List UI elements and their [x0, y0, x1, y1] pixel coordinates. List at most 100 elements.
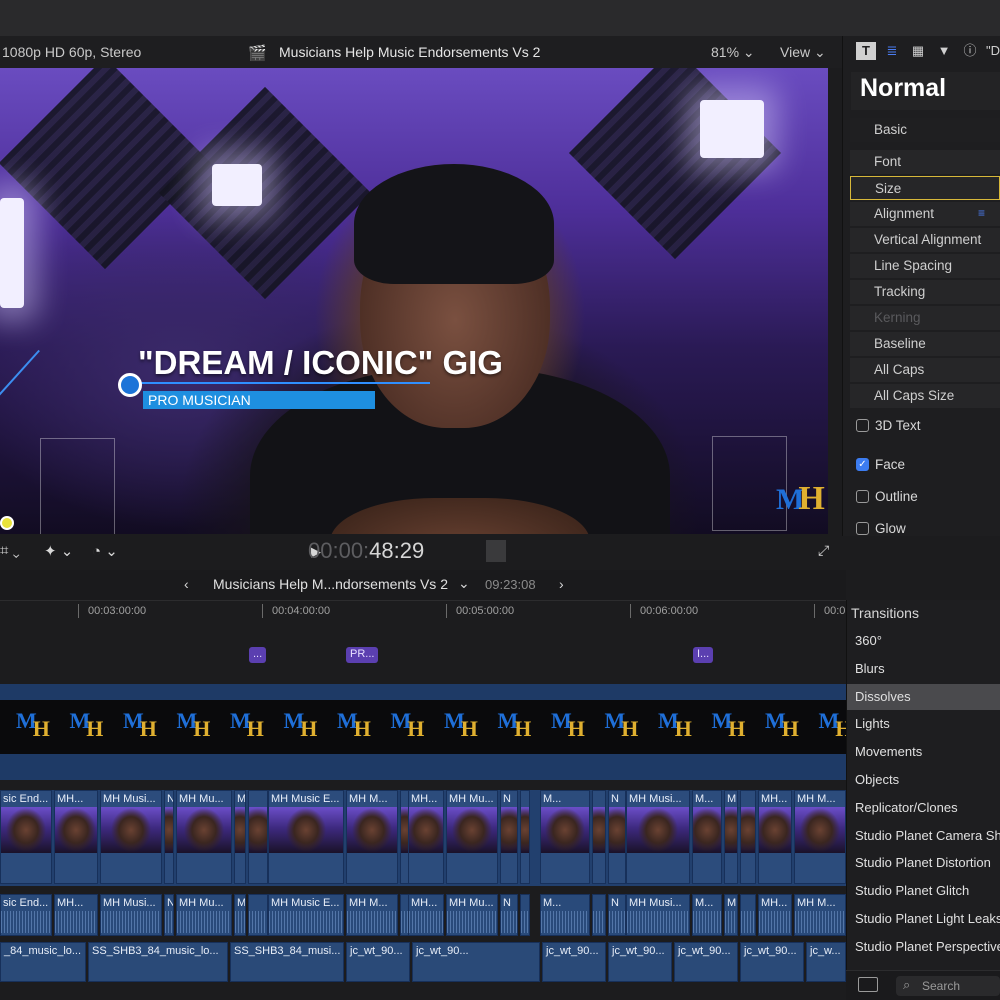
music-clip[interactable]: SS_SHB3_84_musi... — [230, 942, 344, 982]
music-clip[interactable]: jc_wt_90... — [608, 942, 672, 982]
vertical-alignment-row[interactable]: Vertical Alignment — [850, 228, 1000, 252]
basic-section-header[interactable]: Basic — [850, 118, 1000, 142]
music-clip[interactable]: jc_wt_90... — [674, 942, 738, 982]
video-clip[interactable]: MH... — [408, 790, 444, 884]
audio-clip[interactable]: N — [608, 894, 626, 936]
timeline-project-name[interactable]: Musicians Help M...ndorsements Vs 2 — [213, 576, 448, 592]
audio-clip[interactable] — [520, 894, 530, 936]
align-left-icon[interactable]: ≡ — [978, 206, 985, 220]
video-clip[interactable]: N — [500, 790, 518, 884]
back-arrow-icon[interactable]: ‹ — [184, 576, 189, 592]
audio-clip[interactable]: MH Musi... — [100, 894, 162, 936]
music-clip[interactable]: SS_SHB3_84_music_lo... — [88, 942, 228, 982]
music-clip[interactable]: jc_wt_90... — [740, 942, 804, 982]
lower-third-subtitle[interactable]: PRO MUSICIAN — [148, 392, 251, 408]
transform-tool-icon[interactable]: ⌗ ⌄ — [0, 542, 20, 559]
audio-clip[interactable]: M — [234, 894, 246, 936]
line-spacing-row[interactable]: Line Spacing — [850, 254, 1000, 278]
transition-category-item[interactable]: Studio Planet Light Leaks — [847, 906, 1000, 932]
filter-tab-icon[interactable]: ▼ — [934, 42, 954, 60]
video-clip[interactable] — [248, 790, 268, 884]
video-viewer[interactable] — [0, 68, 828, 534]
timeline-marker[interactable]: I... — [693, 647, 714, 663]
title-tab-icon[interactable]: ≣ — [882, 42, 902, 60]
transition-category-item[interactable]: Studio Planet Camera Sh... — [847, 823, 1000, 849]
music-clip[interactable]: jc_wt_90... — [346, 942, 410, 982]
all-caps-size-row[interactable]: All Caps Size — [850, 384, 1000, 408]
transition-category-item[interactable]: Studio Planet Glitch — [847, 878, 1000, 904]
audio-clip[interactable]: MH Mu... — [176, 894, 232, 936]
video-tab-icon[interactable]: ▦ — [908, 42, 928, 60]
transition-category-item[interactable]: Movements — [847, 739, 1000, 765]
audio-clip[interactable]: M... — [692, 894, 722, 936]
transition-search-input[interactable]: Search — [896, 976, 1000, 996]
view-menu[interactable]: View ⌄ — [780, 44, 826, 61]
text-tab-icon[interactable]: T — [856, 42, 876, 60]
video-clip[interactable] — [592, 790, 606, 884]
music-clip[interactable]: _84_music_lo... — [0, 942, 86, 982]
anchor-point-handle[interactable] — [0, 516, 14, 530]
timeline-marker[interactable]: ... — [249, 647, 267, 663]
video-clip[interactable]: MH Musi... — [100, 790, 162, 884]
all-caps-row[interactable]: All Caps — [850, 358, 1000, 382]
transition-category-item[interactable]: Blurs — [847, 656, 1000, 682]
video-clip[interactable]: N — [164, 790, 174, 884]
video-clip[interactable]: M... — [540, 790, 590, 884]
audio-clip[interactable]: MH M... — [794, 894, 846, 936]
baseline-row[interactable]: Baseline — [850, 332, 1000, 356]
audio-clip[interactable]: MH M... — [346, 894, 398, 936]
audio-clip[interactable]: MH... — [54, 894, 98, 936]
audio-clip[interactable]: N — [500, 894, 518, 936]
audio-clip[interactable]: M... — [540, 894, 590, 936]
3d-text-checkbox[interactable] — [856, 419, 869, 432]
lower-third-title[interactable]: "DREAM / ICONIC" GIG — [138, 344, 503, 382]
outline-checkbox[interactable] — [856, 490, 869, 503]
video-clip[interactable]: MH Mu... — [446, 790, 498, 884]
speed-icon[interactable]: ◔ ⌄ — [92, 542, 118, 560]
glow-checkbox[interactable] — [856, 522, 869, 535]
chevron-down-icon[interactable]: ⌄ — [458, 575, 470, 592]
transition-category-item[interactable]: Replicator/Clones — [847, 795, 1000, 821]
transition-category-item[interactable]: Studio Planet Distortion — [847, 850, 1000, 876]
video-clip[interactable]: MH M... — [794, 790, 846, 884]
forward-arrow-icon[interactable]: › — [559, 576, 564, 592]
timeline-marker[interactable]: PR... — [346, 647, 379, 663]
audio-clip[interactable]: N — [164, 894, 174, 936]
music-clip[interactable]: jc_wt_90... — [542, 942, 606, 982]
video-clip[interactable]: MH M... — [346, 790, 398, 884]
transition-category-item[interactable]: 360° — [847, 628, 1000, 654]
audio-clip[interactable]: MH Mu... — [446, 894, 498, 936]
magic-wand-icon[interactable]: ✦ ⌄ — [44, 542, 73, 560]
music-clip[interactable]: jc_w... — [806, 942, 846, 982]
font-row[interactable]: Font — [850, 150, 1000, 174]
audio-clip[interactable] — [592, 894, 606, 936]
audio-clip[interactable]: M — [724, 894, 738, 936]
music-clip[interactable]: jc_wt_90... — [412, 942, 540, 982]
audio-clip[interactable]: MH... — [408, 894, 444, 936]
video-clip[interactable]: M — [724, 790, 738, 884]
video-clip[interactable]: sic End... — [0, 790, 52, 884]
face-checkbox[interactable]: ✓ — [856, 458, 869, 471]
video-clip[interactable]: N — [608, 790, 626, 884]
transition-category-item[interactable]: Objects — [847, 767, 1000, 793]
audio-clip[interactable]: MH Musi... — [626, 894, 690, 936]
transition-category-item[interactable]: Studio Planet Perspective — [847, 934, 1000, 960]
transition-category-item[interactable]: Dissolves — [847, 683, 1000, 710]
audio-clip[interactable]: MH Music E... — [268, 894, 344, 936]
video-clip[interactable]: MH Mu... — [176, 790, 232, 884]
sidebar-toggle-icon[interactable] — [858, 977, 878, 992]
video-clip[interactable]: MH Music E... — [268, 790, 344, 884]
audio-clip[interactable] — [248, 894, 268, 936]
video-clip[interactable]: MH Musi... — [626, 790, 690, 884]
video-clip[interactable]: M — [234, 790, 246, 884]
info-tab-icon[interactable]: ⓘ — [960, 42, 980, 60]
video-clip[interactable]: MH... — [54, 790, 98, 884]
transition-category-item[interactable]: Lights — [847, 711, 1000, 737]
zoom-menu[interactable]: 81% ⌄ — [711, 44, 755, 61]
audio-clip[interactable]: MH... — [758, 894, 792, 936]
video-clip[interactable] — [740, 790, 756, 884]
video-clip[interactable]: MH... — [758, 790, 792, 884]
audio-clip[interactable] — [740, 894, 756, 936]
fullscreen-icon[interactable]: ⤢ — [818, 542, 829, 559]
video-clip[interactable] — [520, 790, 530, 884]
